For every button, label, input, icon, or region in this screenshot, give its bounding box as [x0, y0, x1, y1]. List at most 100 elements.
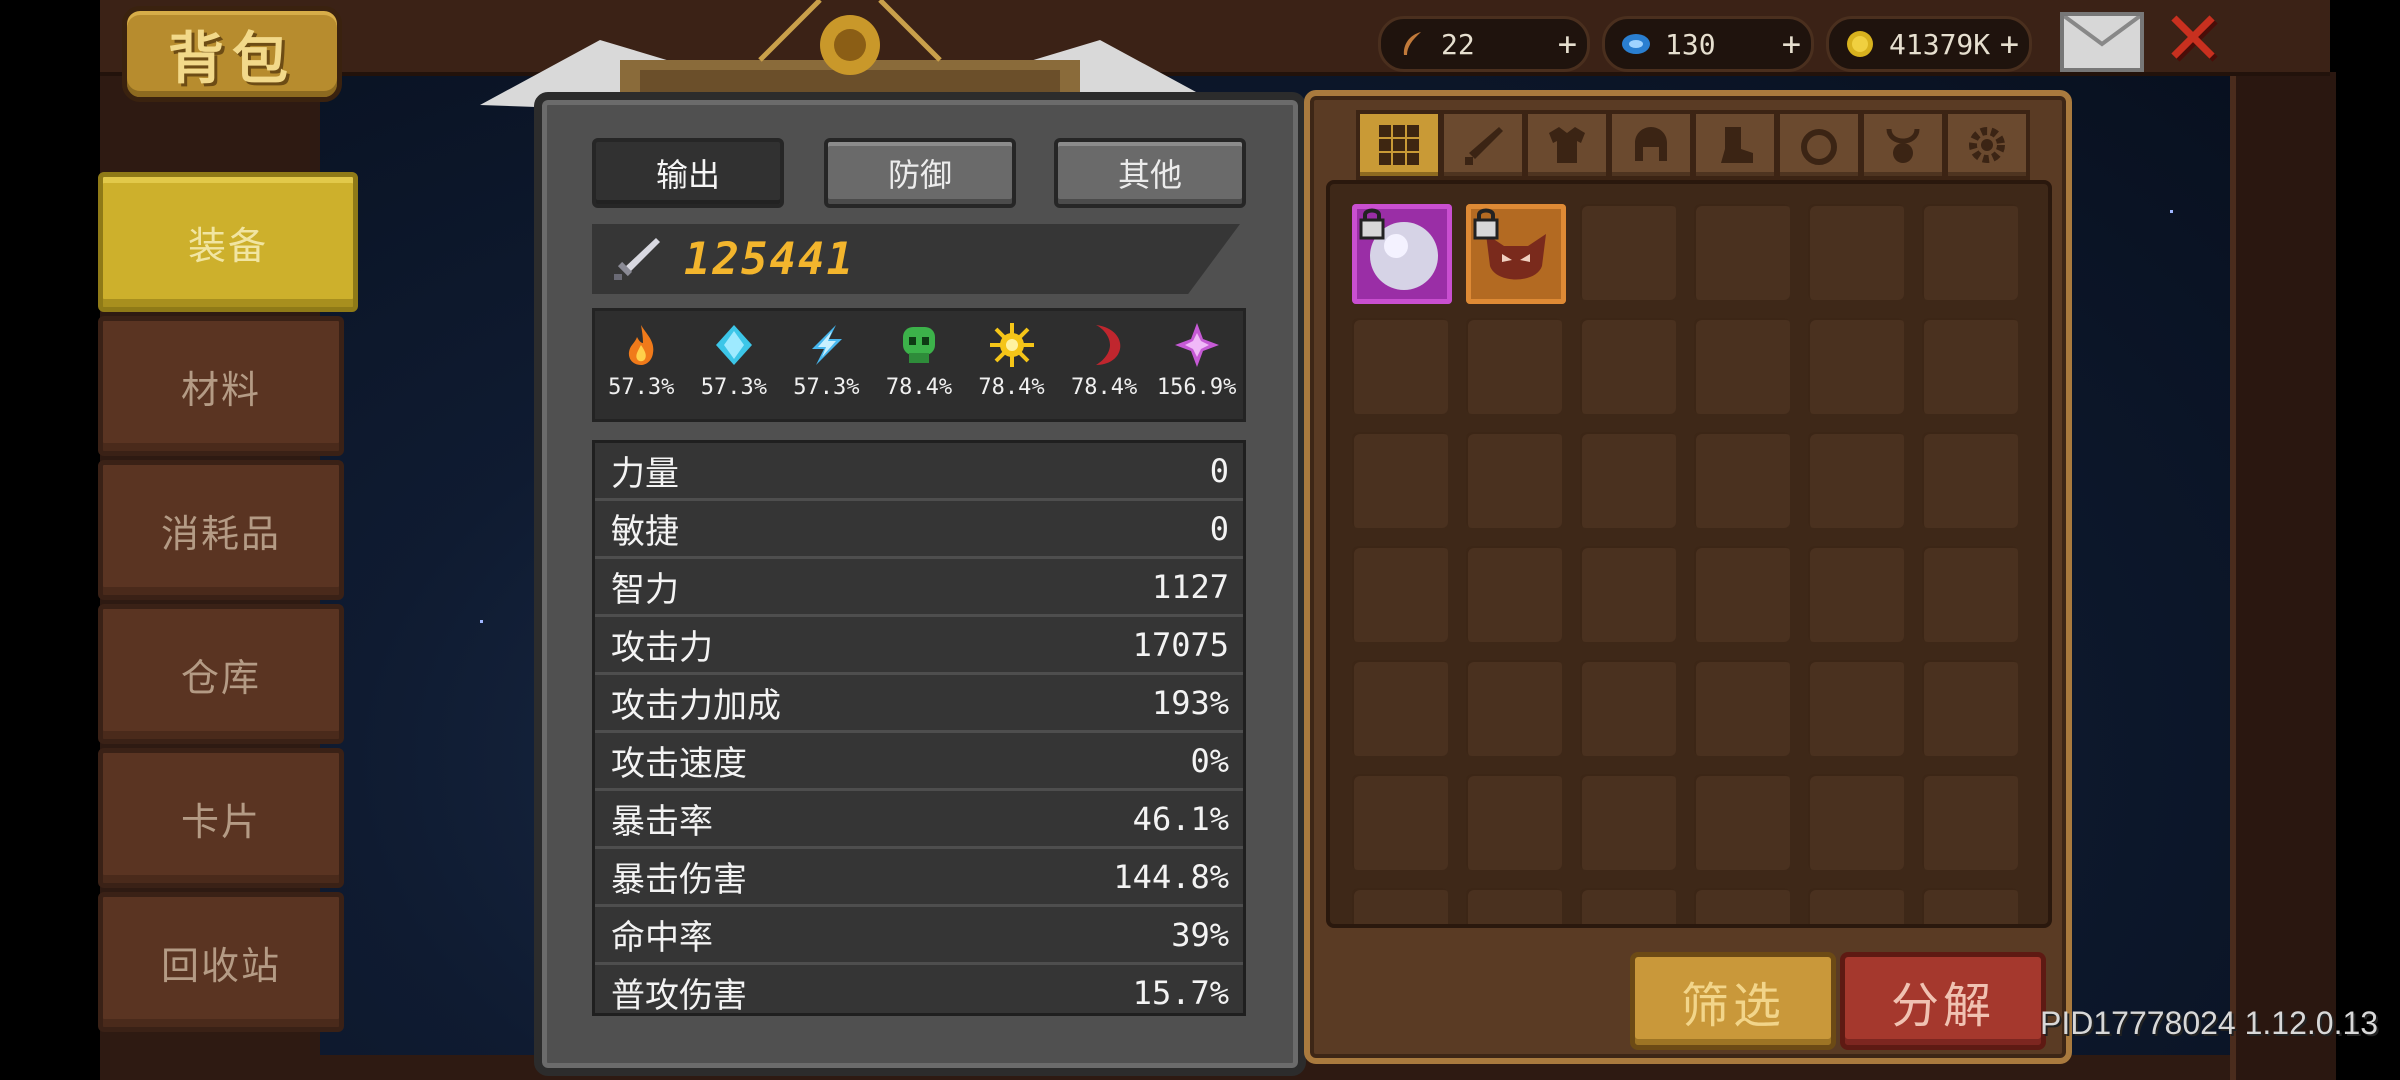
right-frame: [2230, 72, 2336, 1080]
stat-value: 0%: [1190, 741, 1229, 780]
gear-icon: [1969, 127, 2005, 163]
inventory-grid[interactable]: [1326, 180, 2052, 928]
inventory-slot[interactable]: [1352, 432, 1448, 528]
mail-icon[interactable]: [2060, 12, 2144, 72]
element-ice: 57.3%: [691, 311, 777, 419]
inventory-slot[interactable]: [1352, 318, 1448, 414]
right-letterbox: [2330, 0, 2400, 1080]
element-poison: 78.4%: [876, 311, 962, 419]
gem-count: 130: [1665, 27, 1716, 61]
inventory-slot[interactable]: [1352, 660, 1448, 756]
tab-output[interactable]: 输出: [592, 138, 784, 208]
inventory-slot[interactable]: [1580, 318, 1676, 414]
tab-defense[interactable]: 防御: [824, 138, 1016, 208]
inventory-slot[interactable]: [1694, 318, 1790, 414]
envelope-icon: [2062, 14, 2142, 47]
tab-cards[interactable]: 卡片: [98, 748, 344, 888]
inventory-item[interactable]: [1466, 204, 1566, 304]
inventory-slot[interactable]: [1808, 660, 1904, 756]
inventory-slot[interactable]: [1352, 888, 1448, 924]
stat-list[interactable]: 力量 0 敏捷 0 智力 1127 攻击力 17075 攻击力加成 193% 攻击速度 0%…: [592, 440, 1246, 1016]
filter-button[interactable]: 筛选: [1630, 952, 1836, 1050]
tab-recycle-bin[interactable]: 回收站: [98, 892, 344, 1032]
inventory-slot[interactable]: [1922, 318, 2018, 414]
inventory-slot[interactable]: [1466, 432, 1562, 528]
add-gold-button[interactable]: +: [2000, 25, 2019, 63]
inventory-slot[interactable]: [1694, 204, 1790, 300]
category-weapon[interactable]: [1440, 110, 1526, 180]
stat-value: 144.8%: [1113, 857, 1229, 896]
tab-equipment[interactable]: 装备: [98, 172, 358, 312]
inventory-slot[interactable]: [1922, 432, 2018, 528]
stat-row-crit-rate: 暴击率 46.1%: [595, 791, 1243, 849]
category-ring[interactable]: [1776, 110, 1862, 180]
stat-row-strength: 力量 0: [595, 443, 1243, 501]
inventory-slot[interactable]: [1694, 774, 1790, 870]
inventory-slot[interactable]: [1808, 774, 1904, 870]
inventory-slot[interactable]: [1922, 774, 2018, 870]
element-lightning: 57.3%: [783, 311, 869, 419]
helmet-icon: [1635, 127, 1667, 161]
category-amulet[interactable]: [1860, 110, 1946, 180]
category-misc[interactable]: [1944, 110, 2030, 180]
inventory-slot[interactable]: [1694, 660, 1790, 756]
inventory-slot[interactable]: [1466, 888, 1562, 924]
tab-warehouse[interactable]: 仓库: [98, 604, 344, 744]
inventory-slot[interactable]: [1580, 888, 1676, 924]
ice-value: 57.3%: [700, 375, 767, 400]
inventory-slot[interactable]: [1922, 546, 2018, 642]
inventory-slot[interactable]: [1580, 774, 1676, 870]
gold-currency: 41379K +: [1826, 16, 2032, 72]
inventory-slot[interactable]: [1352, 774, 1448, 870]
inventory-slot[interactable]: [1922, 660, 2018, 756]
inventory-slot[interactable]: [1694, 432, 1790, 528]
inventory-slot[interactable]: [1694, 546, 1790, 642]
add-feather-button[interactable]: +: [1558, 25, 1577, 63]
stat-row-intelligence: 智力 1127: [595, 559, 1243, 617]
inventory-slot[interactable]: [1694, 888, 1790, 924]
inventory-slot[interactable]: [1352, 546, 1448, 642]
inventory-slot[interactable]: [1808, 546, 1904, 642]
stat-label: 力量: [611, 454, 679, 494]
sword-icon: [614, 238, 660, 280]
weapon-icon: [1465, 127, 1503, 165]
stat-label: 命中率: [611, 918, 713, 958]
tab-materials[interactable]: 材料: [98, 316, 344, 456]
inventory-slot[interactable]: [1580, 660, 1676, 756]
category-armor[interactable]: [1524, 110, 1610, 180]
category-all[interactable]: [1356, 110, 1442, 180]
tab-other[interactable]: 其他: [1054, 138, 1246, 208]
stat-row-hit-rate: 命中率 39%: [595, 907, 1243, 965]
inventory-slot[interactable]: [1808, 318, 1904, 414]
dismantle-button[interactable]: 分解: [1840, 952, 2046, 1050]
inventory-slot[interactable]: [1922, 888, 2018, 924]
inventory-slot[interactable]: [1808, 888, 1904, 924]
backpack-title: 背包: [122, 6, 342, 102]
stat-value: 15.7%: [1132, 973, 1229, 1012]
inventory-slot[interactable]: [1466, 774, 1562, 870]
inventory-slot[interactable]: [1922, 204, 2018, 300]
stats-panel: 输出 防御 其他 125441 57.3% 57.3% 57.3% 78.4% …: [534, 92, 1306, 1076]
inventory-slot[interactable]: [1466, 546, 1562, 642]
arcane-crystal-icon: [1174, 323, 1219, 367]
all-grid-icon: [1379, 125, 1419, 165]
add-gem-button[interactable]: +: [1782, 25, 1801, 63]
inventory-item[interactable]: [1352, 204, 1452, 304]
inventory-slot[interactable]: [1580, 546, 1676, 642]
category-boots[interactable]: [1692, 110, 1778, 180]
version-label: PID17778024 1.12.0.13: [2040, 1005, 2379, 1041]
arcane-value: 156.9%: [1156, 375, 1237, 400]
inventory-slot[interactable]: [1466, 660, 1562, 756]
inventory-slot[interactable]: [1466, 318, 1562, 414]
stat-row-agility: 敏捷 0: [595, 501, 1243, 559]
close-icon[interactable]: ✕: [2160, 2, 2226, 76]
stat-label: 攻击速度: [611, 744, 747, 784]
inventory-slot[interactable]: [1808, 432, 1904, 528]
inventory-slot[interactable]: [1580, 432, 1676, 528]
inventory-slot[interactable]: [1808, 204, 1904, 300]
tab-consumables[interactable]: 消耗品: [98, 460, 344, 600]
category-helmet[interactable]: [1608, 110, 1694, 180]
inventory-slot[interactable]: [1580, 204, 1676, 300]
feather-currency: 22 +: [1378, 16, 1590, 72]
star: [480, 620, 483, 623]
